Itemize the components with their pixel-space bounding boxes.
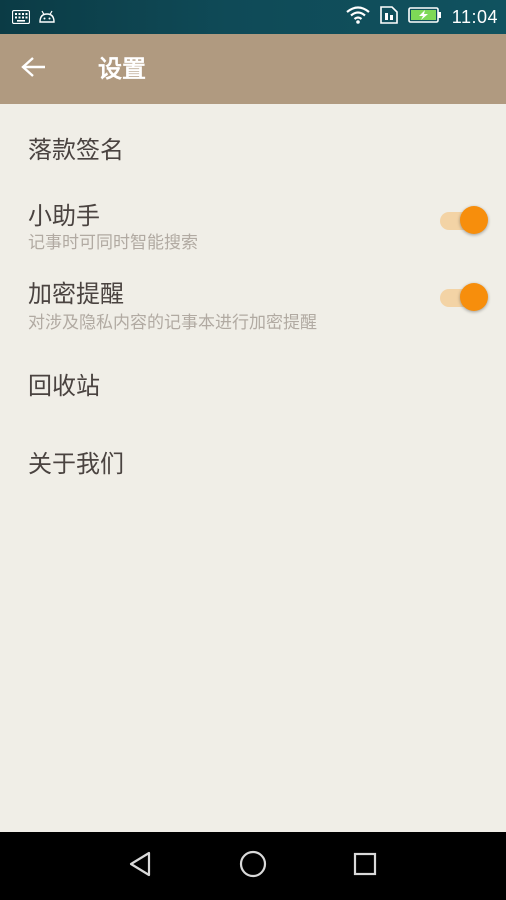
back-button[interactable] [14,49,54,89]
home-circle-icon [238,849,268,883]
settings-item-title: 小助手 [28,202,100,230]
settings-item-signature[interactable]: 落款签名 [0,104,506,184]
android-icon [38,9,56,28]
settings-item-recycle-bin[interactable]: 回收站 [0,342,506,422]
encryption-reminder-toggle[interactable] [438,281,488,315]
settings-item-title: 关于我们 [28,450,124,478]
settings-item-encryption-reminder[interactable]: 加密提醒 对涉及隐私内容的记事本进行加密提醒 [0,264,506,340]
settings-item-subtitle: 记事时可同时智能搜索 [28,233,198,253]
settings-item-about-us[interactable]: 关于我们 [0,422,506,502]
keyboard-icon [11,9,31,28]
nav-home-button[interactable] [233,846,273,886]
settings-item-title: 加密提醒 [28,280,124,308]
arrow-left-icon [21,56,47,82]
status-bar: 11:04 [0,0,506,34]
sim-icon [379,6,398,28]
assistant-toggle[interactable] [438,204,488,238]
recents-square-icon [352,851,378,881]
nav-back-button[interactable] [120,846,160,886]
status-time: 11:04 [451,6,498,27]
wifi-icon [346,6,370,28]
back-triangle-icon [127,850,153,882]
navigation-bar [0,832,506,900]
page-title: 设置 [98,55,146,83]
toolbar: 设置 [0,34,506,104]
settings-item-assistant[interactable]: 小助手 记事时可同时智能搜索 [0,184,506,260]
battery-charging-icon [407,6,442,28]
settings-item-title: 回收站 [28,372,100,400]
settings-item-title: 落款签名 [28,136,124,164]
nav-recents-button[interactable] [345,846,385,886]
settings-item-subtitle: 对涉及隐私内容的记事本进行加密提醒 [28,313,317,333]
